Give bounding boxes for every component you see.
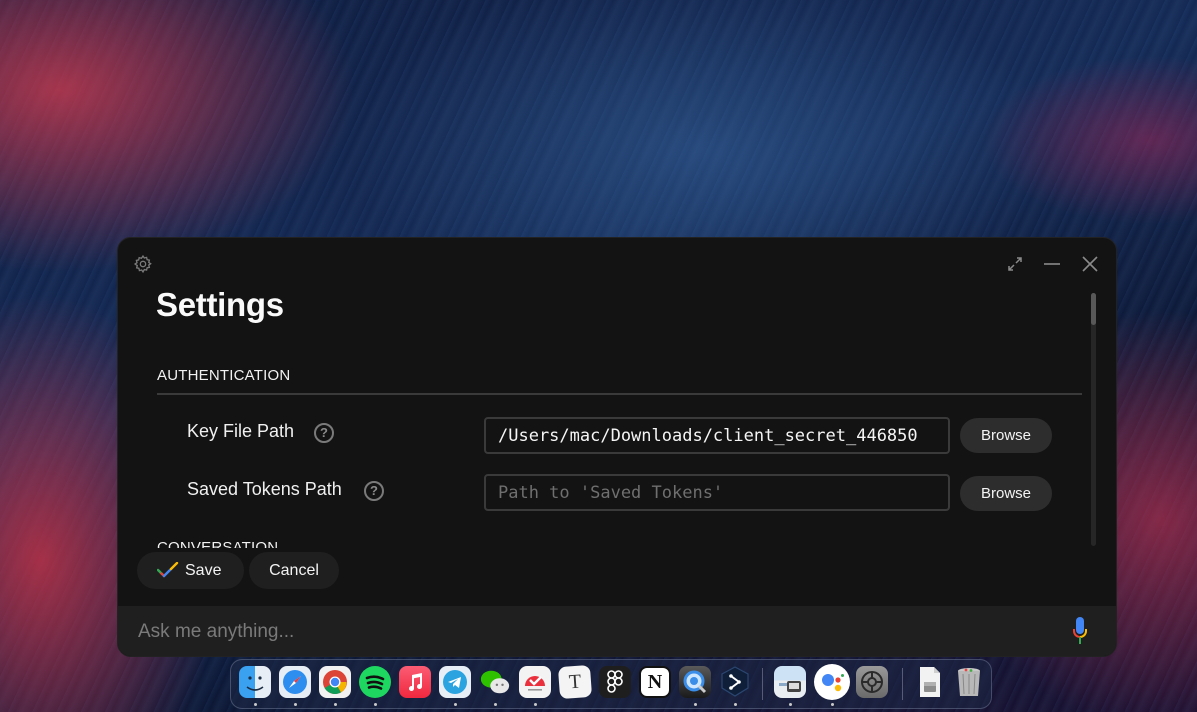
dock-separator (902, 668, 903, 700)
trash-icon (958, 668, 980, 696)
dock-typora[interactable]: T (557, 664, 593, 700)
running-indicator (253, 703, 257, 706)
dock-notion[interactable]: N (639, 666, 671, 698)
saved-tokens-path-input[interactable] (484, 474, 950, 511)
finder-icon (246, 676, 264, 691)
running-indicator (333, 703, 337, 706)
ask-input[interactable] (138, 618, 1038, 646)
share-app-icon (721, 666, 749, 697)
figma-icon (607, 670, 623, 693)
key-file-path-label: Key File Path (187, 421, 295, 441)
scrollbar[interactable] (1091, 293, 1096, 546)
running-indicator (733, 703, 737, 706)
dock-google-assistant[interactable] (814, 664, 850, 700)
running-indicator (453, 703, 457, 706)
dock-spotify[interactable] (359, 666, 391, 698)
save-button[interactable]: Save (137, 552, 244, 589)
page-title: Settings (156, 286, 284, 323)
typora-icon: T (568, 670, 582, 693)
ask-bar (118, 606, 1116, 656)
saved-tokens-browse-button[interactable]: Browse (960, 476, 1052, 511)
dock-tasks[interactable] (519, 666, 551, 698)
running-indicator (373, 703, 377, 706)
dock-safari[interactable] (279, 666, 311, 698)
dock-figma[interactable] (599, 666, 631, 698)
tasks-icon (525, 676, 545, 691)
running-indicator (830, 703, 834, 706)
dock-wechat[interactable] (479, 666, 511, 698)
cancel-button[interactable]: Cancel (249, 552, 339, 589)
save-label: Save (185, 562, 222, 579)
chrome-icon (323, 670, 347, 695)
dock-finder[interactable] (239, 666, 271, 698)
running-indicator (533, 703, 537, 706)
wechat-icon (480, 670, 510, 694)
settings-window: Settings AUTHENTICATION Key File Path ? … (117, 237, 1117, 657)
running-indicator (493, 703, 497, 706)
preview-icon (779, 681, 801, 692)
google-assistant-icon (822, 674, 844, 692)
notion-icon: N (647, 670, 663, 693)
scrollbar-thumb[interactable] (1091, 293, 1096, 325)
dock-chrome[interactable] (319, 666, 351, 698)
safari-icon (283, 670, 307, 694)
check-icon (157, 562, 179, 578)
section-heading-authentication: AUTHENTICATION (157, 367, 291, 384)
dock-preview[interactable] (774, 666, 806, 698)
quicktime-icon (683, 670, 707, 694)
section-heading-conversation: CONVERSATION (157, 539, 279, 548)
dock-trash[interactable] (953, 666, 985, 698)
running-indicator (788, 703, 792, 706)
dock-system-preferences[interactable] (856, 666, 888, 698)
dock: T N (230, 659, 992, 709)
dock-music[interactable] (399, 666, 431, 698)
dock-telegram[interactable] (439, 666, 471, 698)
settings-content: Settings AUTHENTICATION Key File Path ? … (118, 238, 1088, 548)
dock-separator (762, 668, 763, 700)
dock-quicktime[interactable] (679, 666, 711, 698)
running-indicator (293, 703, 297, 706)
key-file-browse-button[interactable]: Browse (960, 418, 1052, 453)
saved-tokens-path-label: Saved Tokens Path (187, 479, 342, 499)
music-icon (409, 673, 423, 692)
spotify-icon (365, 675, 385, 690)
key-file-path-help-icon[interactable]: ? (314, 423, 334, 443)
dock-share-app[interactable] (719, 666, 751, 698)
document-icon (920, 667, 940, 697)
settings-gear-icon (861, 671, 883, 693)
telegram-icon (443, 670, 467, 694)
running-indicator (693, 703, 697, 706)
microphone-icon[interactable] (1072, 616, 1088, 646)
section-divider (157, 393, 1082, 395)
dock-downloads[interactable] (914, 666, 946, 698)
saved-tokens-path-help-icon[interactable]: ? (364, 481, 384, 501)
key-file-path-input[interactable] (484, 417, 950, 454)
